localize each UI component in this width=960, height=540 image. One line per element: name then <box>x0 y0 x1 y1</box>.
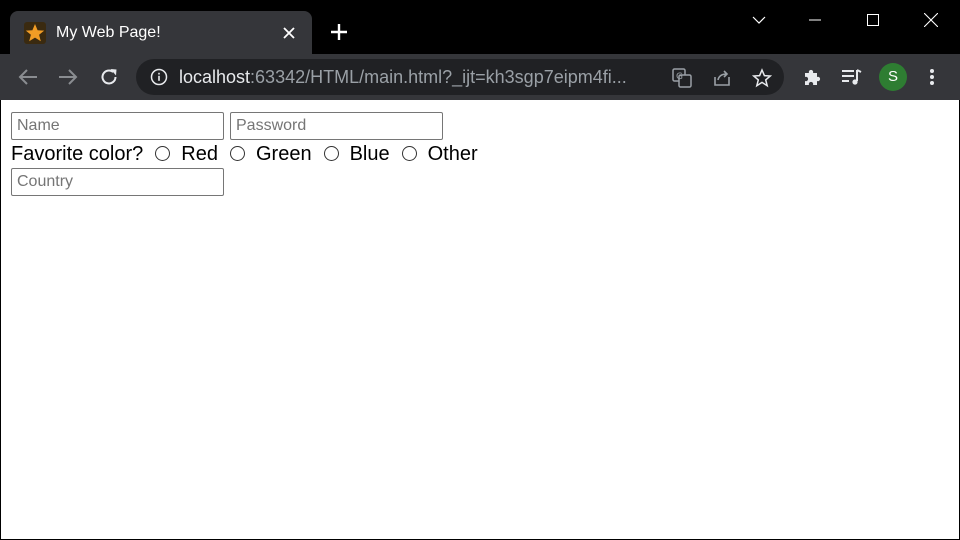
share-icon[interactable] <box>710 66 734 90</box>
country-input[interactable] <box>11 168 224 196</box>
url-path: :63342/HTML/main.html?_ijt=kh3sgp7eipm4f… <box>250 67 627 87</box>
back-arrow-icon[interactable] <box>14 63 42 91</box>
radio-blue-label: Blue <box>349 142 390 165</box>
media-queue-icon[interactable] <box>838 63 866 91</box>
radio-other-label: Other <box>427 142 478 165</box>
reload-icon[interactable] <box>95 63 123 91</box>
url-text[interactable]: localhost:63342/HTML/main.html?_ijt=kh3s… <box>179 67 627 88</box>
more-menu-icon[interactable] <box>918 63 946 91</box>
radio-green[interactable] <box>229 145 245 161</box>
tab-strip: My Web Page! <box>0 0 960 54</box>
bookmark-star-icon[interactable] <box>750 66 774 90</box>
translate-icon[interactable]: G <box>670 66 694 90</box>
favorite-color-label: Favorite color? <box>11 142 144 165</box>
credentials-row <box>11 112 478 140</box>
star-icon <box>24 22 46 44</box>
svg-text:G: G <box>676 72 683 82</box>
site-info-icon[interactable] <box>150 68 168 86</box>
radio-blue[interactable] <box>323 145 339 161</box>
chevron-down-icon[interactable] <box>730 0 788 40</box>
url-host: localhost <box>179 67 251 87</box>
extensions-puzzle-icon[interactable] <box>798 63 826 91</box>
name-input[interactable] <box>11 112 224 140</box>
tab-title: My Web Page! <box>56 24 161 41</box>
maximize-icon[interactable] <box>844 0 902 40</box>
country-row <box>11 168 478 196</box>
password-input[interactable] <box>230 112 443 140</box>
form: Favorite color? Red Green Blue Other <box>11 112 478 196</box>
address-bar[interactable]: localhost:63342/HTML/main.html?_ijt=kh3s… <box>136 59 784 95</box>
page-viewport: Favorite color? Red Green Blue Other <box>1 100 959 539</box>
radio-red-label: Red <box>181 142 218 165</box>
radio-red[interactable] <box>155 145 171 161</box>
favorite-color-row: Favorite color? Red Green Blue Other <box>11 140 478 168</box>
radio-other[interactable] <box>401 145 417 161</box>
browser-toolbar: localhost:63342/HTML/main.html?_ijt=kh3s… <box>0 54 960 100</box>
profile-avatar[interactable]: S <box>879 63 907 91</box>
new-tab-plus-icon[interactable] <box>326 19 352 45</box>
close-tab-icon[interactable] <box>280 24 298 42</box>
browser-tab[interactable]: My Web Page! <box>10 11 312 54</box>
radio-green-label: Green <box>255 142 312 165</box>
close-icon[interactable] <box>902 0 960 40</box>
minimize-icon[interactable] <box>786 0 844 40</box>
forward-arrow-icon[interactable] <box>54 63 82 91</box>
